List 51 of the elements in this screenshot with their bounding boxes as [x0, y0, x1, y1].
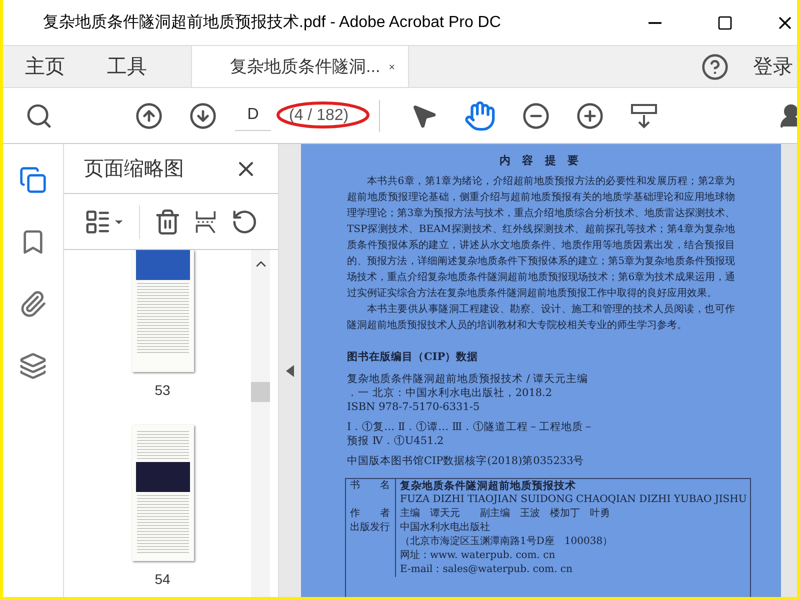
zoom-out-icon[interactable] — [522, 102, 550, 130]
photo-placeholder — [136, 462, 190, 492]
keyboard-download-icon[interactable] — [630, 102, 658, 130]
trash-icon[interactable] — [154, 208, 182, 236]
options-icon[interactable] — [84, 208, 112, 236]
table-value: 中国水利水电出版社 — [400, 521, 491, 535]
layers-icon[interactable] — [19, 352, 47, 380]
next-page-icon[interactable] — [189, 102, 217, 130]
previous-page-icon[interactable] — [135, 102, 163, 130]
page-number: 53 — [154, 381, 170, 400]
cip-line: Ⅰ．①复… Ⅱ．①谭… Ⅲ．①隧道工程－工程地质－ — [347, 420, 596, 434]
hand-icon[interactable] — [464, 100, 496, 132]
body-paragraph: 本书共6章，第1章为绪论，介绍超前地质预报方法的必要性和发展历程；第2章为超前地质预报理论基础，侧重介绍与超前地质预报有关的地质学基础理论和应用地球物理学理论；第3章为预报方法与技术，重点介绍地质综合分析技术、地质雷达探测技术、TSP探测技术、BEAM探测技术、红外线探测技术、超前探孔等技术；第4章为复杂地质条件预报体系的建立，讲述从水文地质条件、地质作用等地质因素出发，结合预报目的、预报方法，详细阐述复杂地质条件下预报体系的建立；第5章为复杂地质条件预报现场技术，重点介绍复杂地质条件隧洞超前地质预报现场技术；第6章为技术成果运用，通过实例证实综合方法在复杂地质条件隧洞超前地质预报工作中取得的良好应用效果。 — [347, 174, 735, 301]
nav-tab[interactable]: 工具 — [85, 46, 169, 87]
table-value: 网址：www. waterpub. com. cn — [400, 549, 556, 563]
window-title: 复杂地质条件隧洞超前地质预报技术.pdf - Adobe Acrobat Pro DC — [43, 12, 502, 32]
scrollbar-thumb[interactable] — [251, 382, 270, 402]
page-count: (4 / 182) — [289, 106, 349, 126]
maximize-icon[interactable] — [717, 14, 733, 30]
table-value: FUZA DIZHI TIAOJIAN SUIDONG CHAOQIAN DIZHI YUBAO JISHU — [400, 493, 747, 507]
cip-line: 预报 Ⅳ．①U451.2 — [347, 434, 445, 448]
collapse-arrow-icon[interactable] — [286, 364, 294, 376]
scrollbar[interactable] — [251, 250, 270, 597]
table-value: （北京市海淀区玉渊潭南路1号D座 100038） — [400, 535, 613, 549]
cip-line: 中国版本图书馆CIP数据核字(2018)第035233号 — [347, 454, 586, 468]
photo-placeholder — [136, 250, 190, 280]
search-icon[interactable] — [25, 102, 53, 130]
sign-in-link[interactable]: 登录 — [753, 52, 793, 82]
help-icon[interactable] — [701, 52, 729, 80]
table-label: 出版发行 — [346, 521, 396, 577]
cip-line: 复杂地质条件隧洞超前地质预报技术 / 谭天元主编 — [347, 372, 590, 386]
nav-tab[interactable]: 主页 — [3, 46, 87, 87]
page-thumbnail[interactable] — [132, 425, 194, 561]
cip-line: ISBN 978-7-5170-6331-5 — [347, 400, 481, 414]
page-thumbnail[interactable] — [132, 250, 194, 372]
table-value: 主编 谭天元 副主编 王波 楼加丁 叶勇 — [400, 507, 610, 521]
cip-title: 图书在版编目（CIP）数据 — [347, 350, 480, 364]
page-heading: 内 容 提 要 — [498, 154, 584, 168]
panel-title: 页面缩略图 — [84, 156, 184, 182]
page-number: 54 — [154, 570, 170, 589]
zoom-in-icon[interactable] — [576, 102, 604, 130]
table-value: E-mail：sales@waterpub. com. cn — [400, 563, 574, 577]
pages-icon[interactable] — [19, 166, 47, 194]
table-label: 作 者 — [346, 507, 396, 521]
cip-line: ．一 北京：中国水利水电出版社，2018.2 — [347, 386, 554, 400]
table-value: 复杂地质条件隧洞超前地质预报技术 — [400, 479, 577, 493]
paperclip-icon[interactable] — [19, 290, 47, 318]
rotate-icon[interactable] — [230, 208, 258, 236]
table-label: 书 名 — [346, 479, 396, 507]
body-paragraph: 本书主要供从事隧洞工程建设、勘察、设计、施工和管理的技术人员阅读，也可作隧洞超前地质预报技术人员的培训教材和大专院校相关专业的师生学习参考。 — [347, 302, 735, 333]
document-tab[interactable]: 复杂地质条件隧洞... — [191, 46, 409, 87]
